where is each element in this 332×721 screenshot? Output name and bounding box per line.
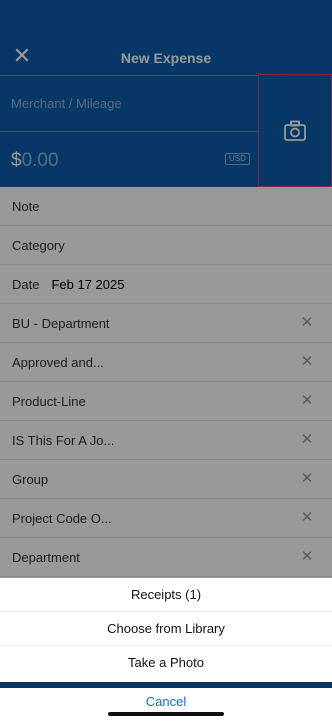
home-indicator <box>108 712 224 716</box>
action-sheet: Receipts (1) Choose from Library Take a … <box>0 578 332 682</box>
cancel-button[interactable]: Cancel <box>0 691 332 713</box>
choose-from-library-option[interactable]: Choose from Library <box>0 612 332 646</box>
take-a-photo-option[interactable]: Take a Photo <box>0 646 332 680</box>
cancel-area: Cancel <box>0 688 332 721</box>
receipts-option[interactable]: Receipts (1) <box>0 578 332 612</box>
